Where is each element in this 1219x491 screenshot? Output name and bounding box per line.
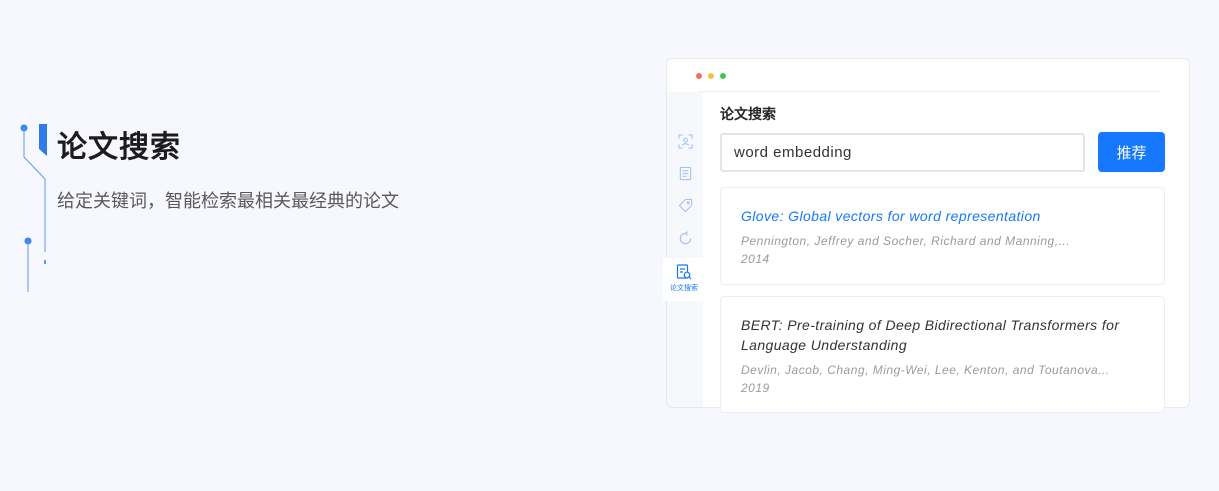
result-year: 2019 — [741, 381, 770, 395]
sidebar-item-refresh[interactable] — [667, 227, 703, 249]
result-year: 2014 — [741, 252, 770, 266]
result-title[interactable]: BERT: Pre-training of Deep Bidirectional… — [741, 315, 1144, 355]
sidebar: 论文搜索 — [663, 92, 705, 407]
result-title[interactable]: Glove: Global vectors for word represent… — [741, 206, 1144, 226]
decor-accent-bar — [39, 124, 47, 156]
section-heading: 论文搜索 — [720, 106, 776, 122]
sidebar-item-documents[interactable] — [667, 162, 703, 184]
scan-icon — [677, 133, 693, 149]
page-title: 论文搜索 — [57, 131, 181, 164]
document-list-icon — [679, 166, 691, 180]
sidebar-item-label: 论文搜索 — [670, 285, 698, 292]
result-authors: Devlin, Jacob, Chang, Ming-Wei, Lee, Ken… — [741, 363, 1110, 377]
sidebar-item-scan[interactable] — [667, 130, 703, 152]
sidebar-item-paper-search[interactable]: 论文搜索 — [663, 258, 705, 301]
window-close-dot — [696, 73, 702, 79]
sidebar-item-tags[interactable] — [667, 194, 703, 216]
refresh-icon — [679, 230, 691, 244]
decorative-lines — [20, 124, 47, 292]
header-divider — [698, 91, 1160, 92]
decor-tick — [44, 260, 46, 264]
tag-icon — [678, 198, 692, 212]
search-input[interactable] — [720, 133, 1085, 172]
recommend-button[interactable]: 推荐 — [1098, 132, 1165, 172]
page-subtitle: 给定关键词，智能检索最相关最经典的论文 — [57, 191, 399, 211]
window-minimize-dot — [708, 73, 714, 79]
result-authors: Pennington, Jeffrey and Socher, Richard … — [741, 234, 1071, 248]
result-card[interactable]: Glove: Global vectors for word represent… — [720, 187, 1165, 285]
paper-search-icon — [676, 264, 692, 280]
result-card[interactable]: BERT: Pre-training of Deep Bidirectional… — [720, 296, 1165, 413]
app-window: 论文搜索 论文搜索 推荐 Glove: Global vectors for w… — [663, 58, 1190, 413]
window-maximize-dot — [720, 73, 726, 79]
